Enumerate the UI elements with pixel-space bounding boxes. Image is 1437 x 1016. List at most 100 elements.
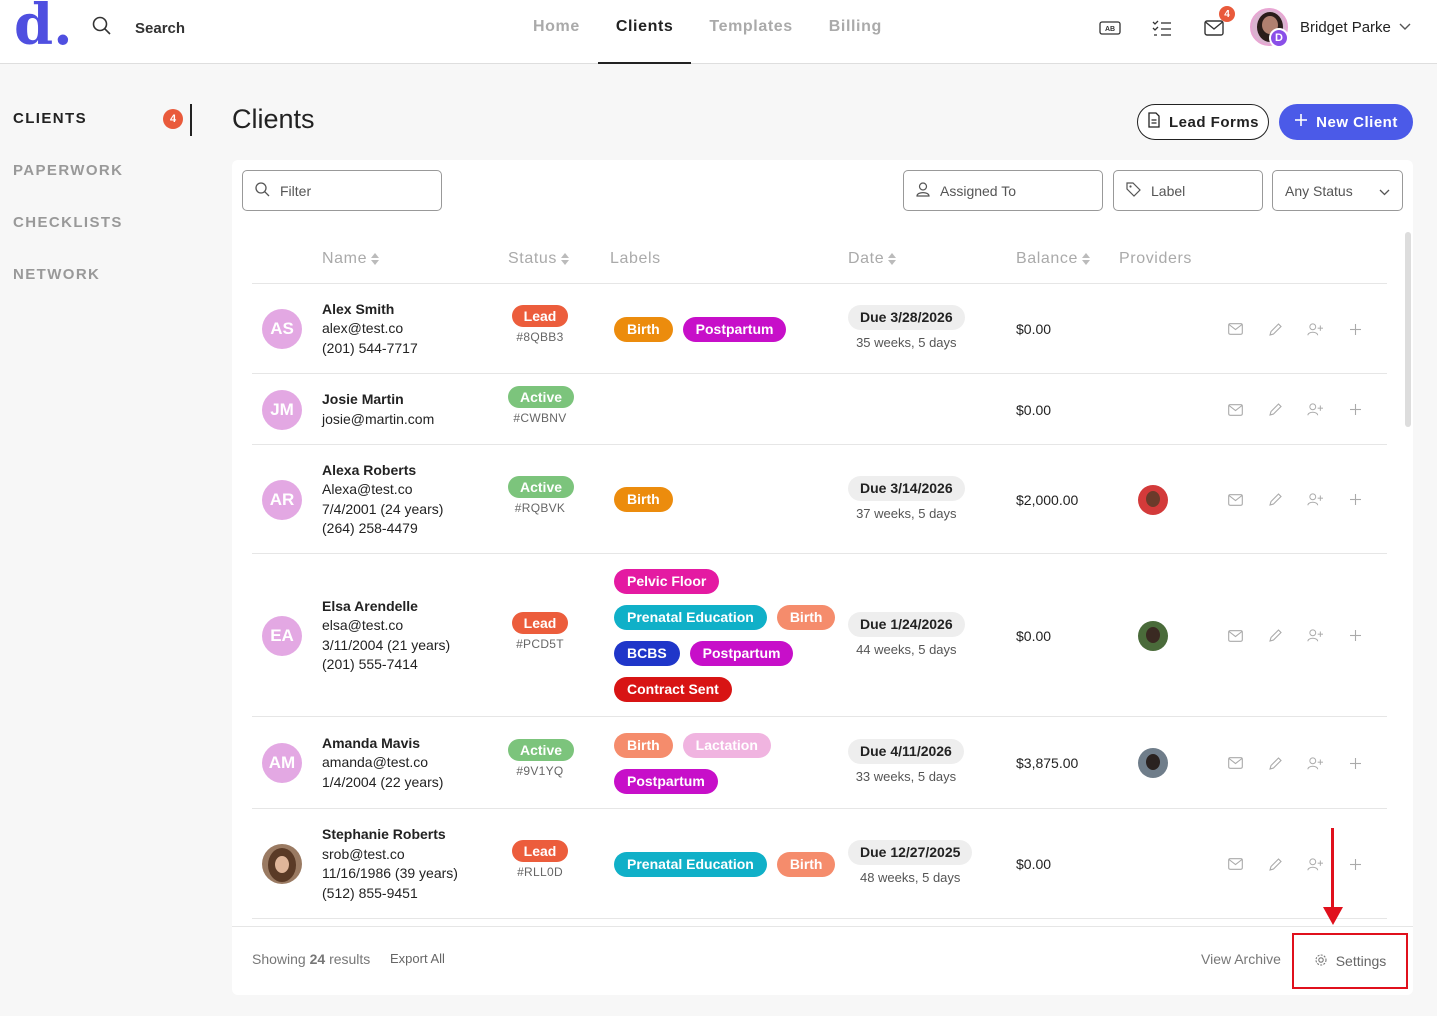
table-row[interactable]: AR Alexa Roberts Alexa@test.co 7/4/2001 (24… xyxy=(252,445,1387,554)
provider-avatar[interactable] xyxy=(1138,748,1168,778)
add-user-icon[interactable] xyxy=(1307,856,1323,872)
client-name[interactable]: Josie Martin xyxy=(322,390,434,410)
client-status: Active #CWBNV xyxy=(508,385,575,425)
assigned-to-label: Assigned To xyxy=(940,182,1017,199)
edit-icon[interactable] xyxy=(1267,321,1283,337)
provider-avatar[interactable] xyxy=(1138,620,1168,651)
filter-input[interactable]: Filter xyxy=(242,170,442,211)
add-user-icon[interactable] xyxy=(1307,628,1323,644)
status-select[interactable]: Any Status xyxy=(1272,170,1403,211)
table-row[interactable]: Stephanie Roberts srob@test.co 11/16/1986 … xyxy=(252,809,1387,919)
column-date[interactable]: Date xyxy=(848,250,897,268)
client-labels: Pelvic Floor Prenatal Education Birth BCBS P… xyxy=(614,569,836,702)
nav-billing[interactable]: Billing xyxy=(811,0,900,64)
mail-icon[interactable] xyxy=(1227,755,1243,771)
mail-icon[interactable] xyxy=(1227,321,1243,337)
add-user-icon[interactable] xyxy=(1307,402,1323,418)
mail-icon[interactable] xyxy=(1227,628,1243,644)
client-labels: Birth Postpartum xyxy=(614,316,834,342)
annotation-arrow xyxy=(1331,828,1334,910)
client-name[interactable]: Alex Smith xyxy=(322,300,418,320)
client-name[interactable]: Alexa Roberts xyxy=(322,461,443,481)
plus-icon xyxy=(1294,113,1308,131)
sidebar-item-checklists[interactable]: CHECKLISTS xyxy=(0,204,195,256)
label-tag: Lactation xyxy=(682,732,771,758)
scrollbar[interactable] xyxy=(1405,232,1411,427)
plus-icon[interactable] xyxy=(1347,321,1363,337)
column-labels: Labels xyxy=(610,250,661,268)
status-select-value: Any Status xyxy=(1285,182,1353,199)
checklist-icon[interactable] xyxy=(1149,15,1175,41)
plus-icon[interactable] xyxy=(1347,755,1363,771)
client-balance: $3,875.00 xyxy=(1016,755,1079,771)
column-balance[interactable]: Balance xyxy=(1016,250,1091,268)
edit-icon[interactable] xyxy=(1267,402,1283,418)
app-logo[interactable]: d. xyxy=(14,0,74,56)
sidebar-item-paperwork[interactable]: PAPERWORK xyxy=(0,152,195,204)
search-button[interactable]: Search xyxy=(92,16,198,41)
mail-count-badge: 4 xyxy=(1219,6,1235,22)
column-label: Status xyxy=(508,250,557,267)
nav-templates[interactable]: Templates xyxy=(691,0,810,64)
view-archive-link[interactable]: View Archive xyxy=(1201,951,1281,967)
edit-icon[interactable] xyxy=(1267,856,1283,872)
settings-button[interactable]: Settings xyxy=(1292,933,1408,989)
provider-avatar[interactable] xyxy=(1138,484,1168,515)
add-user-icon[interactable] xyxy=(1307,755,1323,771)
table-row[interactable]: AM Amanda Mavis amanda@test.co 1/4/2004 (22… xyxy=(252,717,1387,809)
label-tag: Contract Sent xyxy=(614,677,732,702)
client-detail: 7/4/2001 (24 years) xyxy=(322,500,444,517)
client-name[interactable]: Elsa Arendelle xyxy=(322,597,450,617)
client-detail: amanda@test.co xyxy=(322,754,429,771)
label-select[interactable]: Label xyxy=(1113,170,1263,211)
chevron-down-icon xyxy=(1379,183,1390,199)
label-tag: Postpartum xyxy=(689,641,794,666)
nav-home[interactable]: Home xyxy=(515,0,598,64)
weeks-count: 48 weeks, 5 days xyxy=(859,870,961,885)
plus-icon[interactable] xyxy=(1347,402,1363,418)
plus-icon[interactable] xyxy=(1347,492,1363,508)
client-labels: Birth Lactation Postpartum xyxy=(614,732,834,794)
client-date: Due 1/24/2026 44 weeks, 5 days xyxy=(848,611,965,657)
mail-icon[interactable] xyxy=(1227,402,1243,418)
label-tag: BCBS xyxy=(614,641,680,666)
column-status[interactable]: Status xyxy=(508,250,569,268)
client-avatar: AR xyxy=(262,479,302,520)
client-labels: Birth xyxy=(614,487,834,512)
new-client-button[interactable]: New Client xyxy=(1279,104,1413,140)
client-status: Lead #8QBB3 xyxy=(508,305,572,344)
plus-icon[interactable] xyxy=(1347,856,1363,872)
client-detail: elsa@test.co xyxy=(322,617,404,633)
edit-icon[interactable] xyxy=(1267,492,1283,508)
client-date: Due 4/11/2026 33 weeks, 5 days xyxy=(848,739,964,784)
assigned-to-select[interactable]: Assigned To xyxy=(903,170,1103,211)
sidebar-item-network[interactable]: NETWORK xyxy=(0,256,195,308)
client-balance: $0.00 xyxy=(1016,627,1052,644)
client-name[interactable]: Amanda Mavis xyxy=(322,734,443,754)
client-detail: (264) 258-4479 xyxy=(322,520,418,536)
table-row[interactable]: EA Elsa Arendelle elsa@test.co 3/11/2004 (2… xyxy=(252,554,1387,717)
client-detail: Alexa@test.co xyxy=(322,481,413,497)
lead-forms-button[interactable]: Lead Forms xyxy=(1137,104,1269,140)
mail-icon[interactable] xyxy=(1227,492,1243,508)
mail-icon[interactable] xyxy=(1227,856,1243,872)
edit-icon[interactable] xyxy=(1267,755,1283,771)
client-avatar: EA xyxy=(262,615,302,656)
export-all-link[interactable]: Export All xyxy=(390,951,445,966)
nav-clients[interactable]: Clients xyxy=(597,0,692,64)
gear-icon xyxy=(1314,953,1328,970)
sidebar-item-clients[interactable]: CLIENTS 4 xyxy=(0,100,195,152)
plus-icon[interactable] xyxy=(1347,628,1363,644)
label-tag: Prenatal Education xyxy=(614,851,767,877)
add-user-icon[interactable] xyxy=(1307,321,1323,337)
table-row[interactable]: JM Josie Martin josie@martin.com Active #CWB… xyxy=(252,374,1387,445)
column-name[interactable]: Name xyxy=(322,250,380,268)
mail-icon[interactable]: 4 xyxy=(1201,6,1235,41)
edit-icon[interactable] xyxy=(1267,628,1283,644)
ab-test-icon[interactable]: AB xyxy=(1097,15,1123,41)
add-user-icon[interactable] xyxy=(1307,492,1323,508)
sidebar-item-label: CHECKLISTS xyxy=(13,214,123,231)
client-name[interactable]: Stephanie Roberts xyxy=(322,825,458,845)
client-date: Due 12/27/2025 48 weeks, 5 days xyxy=(848,840,973,885)
table-row[interactable]: AS Alex Smith alex@test.co (201) 544-7717 Le… xyxy=(252,284,1387,374)
